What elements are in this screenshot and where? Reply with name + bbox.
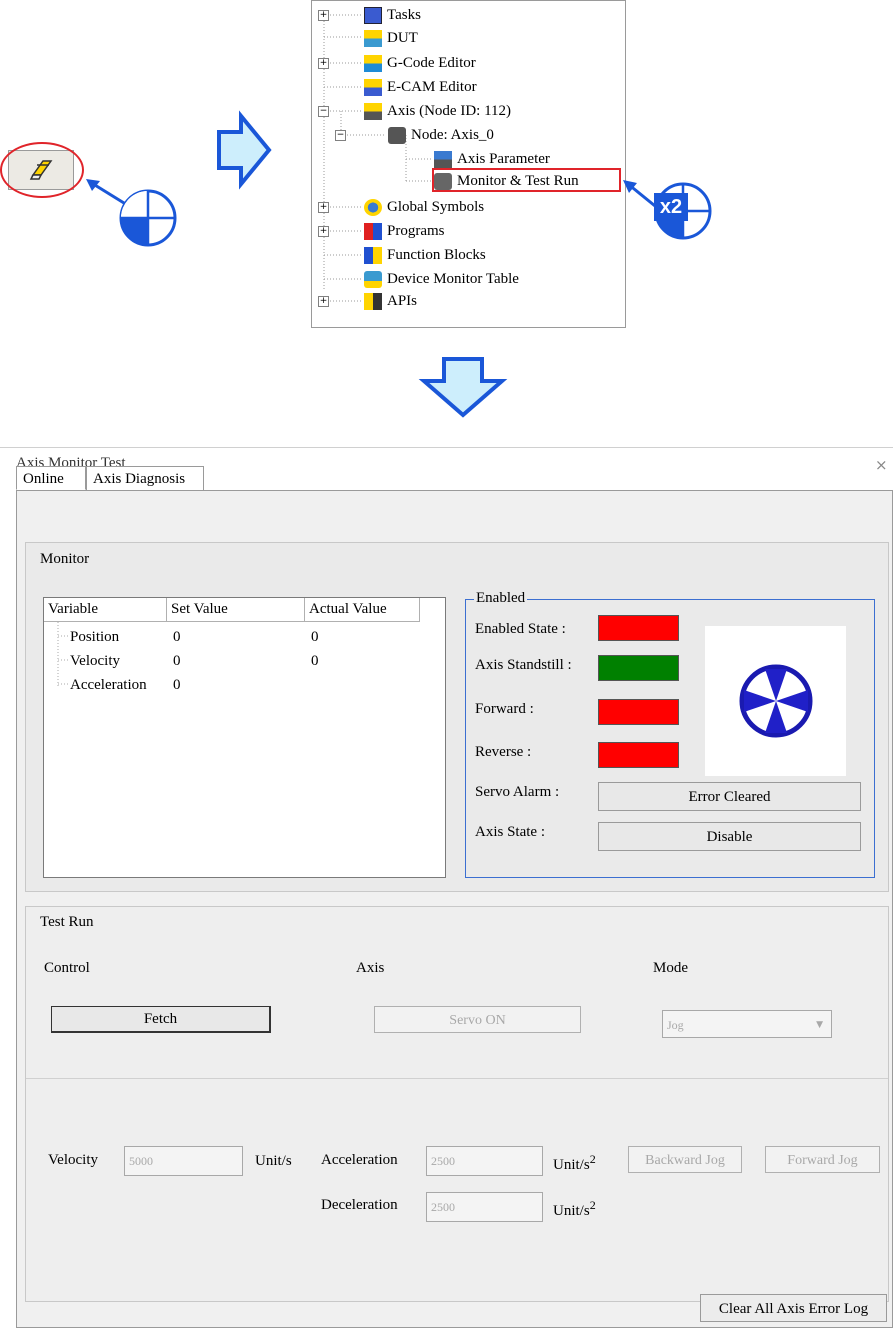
tree-item-programs[interactable]: Programs xyxy=(364,220,445,242)
tree-item-dut[interactable]: DUT xyxy=(364,27,418,49)
gcode-editor-icon xyxy=(364,54,382,72)
programs-icon xyxy=(364,222,382,240)
row-set-value: 0 xyxy=(173,677,181,693)
tree-item-apis[interactable]: APIs xyxy=(364,290,417,312)
acceleration-unit: Unit/s2 xyxy=(553,1152,596,1173)
acceleration-label: Acceleration xyxy=(321,1152,398,1168)
monitor-list: Variable Set Value Actual Value Position… xyxy=(43,597,446,878)
global-symbols-icon xyxy=(364,198,382,216)
control-label: Control xyxy=(44,960,90,976)
ecam-editor-icon xyxy=(364,78,382,96)
row-set-value: 0 xyxy=(173,653,181,669)
chevron-down-icon: ▼ xyxy=(816,1020,823,1030)
collapse-icon[interactable]: − xyxy=(318,106,329,117)
servo-alarm-label: Servo Alarm : xyxy=(475,784,560,800)
velocity-unit: Unit/s xyxy=(255,1153,292,1169)
servo-motor-icon xyxy=(388,126,406,144)
tree-item-node-axis0[interactable]: Node: Axis_0 xyxy=(388,124,494,146)
expand-icon[interactable]: + xyxy=(318,296,329,307)
enabled-state-indicator xyxy=(598,615,679,641)
axis-standstill-indicator xyxy=(598,655,679,681)
device-monitor-icon xyxy=(364,270,382,288)
reverse-indicator xyxy=(598,742,679,768)
down-arrow-icon xyxy=(418,357,508,418)
tab-axis-diagnosis[interactable]: Axis Diagnosis xyxy=(86,466,204,490)
mode-select[interactable]: Jog ▼ xyxy=(662,1010,832,1038)
expand-icon[interactable]: + xyxy=(318,202,329,213)
project-tree: + + − − + + + Tasks DUT G-Code Editor E-… xyxy=(311,0,626,328)
tree-item-device-monitor-table[interactable]: Device Monitor Table xyxy=(364,268,519,290)
collapse-icon[interactable]: − xyxy=(335,130,346,141)
row-variable: Acceleration xyxy=(70,677,147,693)
expand-icon[interactable]: + xyxy=(318,226,329,237)
tree-item-function-blocks[interactable]: Function Blocks xyxy=(364,244,486,266)
clear-all-axis-error-log-button[interactable]: Clear All Axis Error Log xyxy=(700,1294,887,1322)
deceleration-unit: Unit/s2 xyxy=(553,1198,596,1219)
column-header-actual-value[interactable]: Actual Value xyxy=(305,598,420,622)
enabled-group-title: Enabled xyxy=(474,590,528,607)
tree-item-global-symbols[interactable]: Global Symbols xyxy=(364,196,484,218)
axis-label: Axis xyxy=(356,960,385,976)
tree-item-axis[interactable]: Axis (Node ID: 112) xyxy=(364,100,511,122)
motor-rotation-icon xyxy=(739,664,813,738)
forward-label: Forward : xyxy=(475,701,534,717)
tree-item-gcode-editor[interactable]: G-Code Editor xyxy=(364,52,476,74)
column-header-variable[interactable]: Variable xyxy=(44,598,167,622)
tree-item-ecam-editor[interactable]: E-CAM Editor xyxy=(364,76,477,98)
fetch-button[interactable]: Fetch xyxy=(51,1006,271,1033)
row-variable: Velocity xyxy=(70,653,120,669)
close-icon[interactable]: × xyxy=(875,456,888,474)
expand-icon[interactable]: + xyxy=(318,10,329,21)
single-click-icon xyxy=(119,189,177,247)
function-blocks-icon xyxy=(364,246,382,264)
double-click-badge: x2 xyxy=(654,193,688,221)
test-run-section xyxy=(25,906,889,1302)
tree-item-axis-parameter[interactable]: Axis Parameter xyxy=(434,148,550,170)
servo-on-button[interactable]: Servo ON xyxy=(374,1006,581,1033)
enabled-state-label: Enabled State : xyxy=(475,621,566,637)
row-actual-value: 0 xyxy=(311,653,319,669)
velocity-label: Velocity xyxy=(48,1152,98,1168)
tree-item-tasks[interactable]: Tasks xyxy=(364,4,421,26)
row-variable: Position xyxy=(70,629,120,645)
axis-parameter-icon xyxy=(434,150,452,168)
reverse-label: Reverse : xyxy=(475,744,532,760)
highlight-ring xyxy=(0,142,84,198)
column-header-set-value[interactable]: Set Value xyxy=(167,598,305,622)
row-actual-value: 0 xyxy=(311,629,319,645)
mode-select-value: Jog xyxy=(667,1018,684,1032)
row-set-value: 0 xyxy=(173,629,181,645)
tasks-icon xyxy=(364,6,382,24)
motor-display xyxy=(705,626,846,776)
test-run-title: Test Run xyxy=(40,914,94,930)
monitor-title: Monitor xyxy=(40,551,90,567)
backward-jog-button[interactable]: Backward Jog xyxy=(628,1146,742,1173)
axis-state-value: Disable xyxy=(598,822,861,851)
forward-indicator xyxy=(598,699,679,725)
right-arrow-icon xyxy=(217,110,272,190)
axis-folder-icon xyxy=(364,102,382,120)
tab-online[interactable]: Online xyxy=(16,466,86,490)
deceleration-input[interactable]: 2500 xyxy=(426,1192,543,1222)
axis-standstill-label: Axis Standstill : xyxy=(475,657,572,673)
divider xyxy=(26,1078,888,1079)
mode-label: Mode xyxy=(653,960,688,976)
forward-jog-button[interactable]: Forward Jog xyxy=(765,1146,880,1173)
expand-icon[interactable]: + xyxy=(318,58,329,69)
highlight-box xyxy=(432,168,621,192)
axis-state-label: Axis State : xyxy=(475,824,545,840)
servo-alarm-value: Error Cleared xyxy=(598,782,861,811)
acceleration-input[interactable]: 2500 xyxy=(426,1146,543,1176)
deceleration-label: Deceleration xyxy=(321,1197,398,1213)
velocity-input[interactable]: 5000 xyxy=(124,1146,243,1176)
apis-icon xyxy=(364,292,382,310)
dut-icon xyxy=(364,29,382,47)
